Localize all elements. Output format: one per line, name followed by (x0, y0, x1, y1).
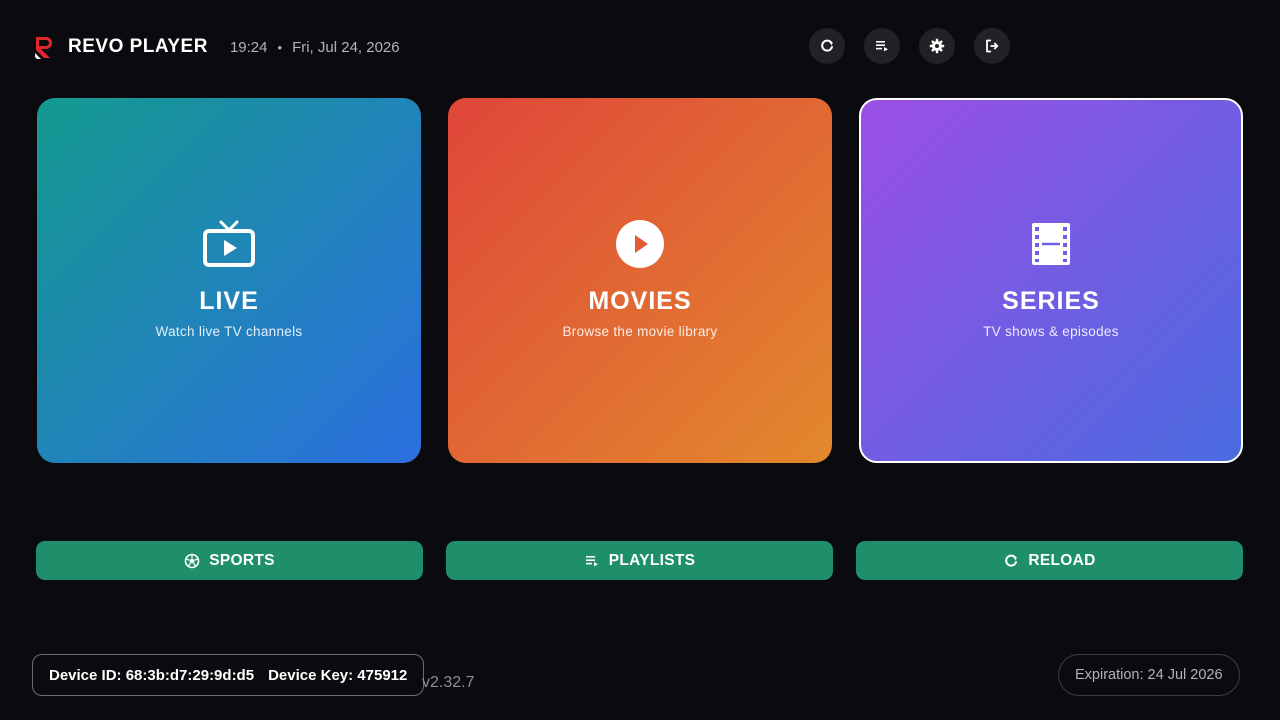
play-circle-icon (610, 216, 670, 272)
app-title: REVO PLAYER (68, 36, 208, 57)
series-card[interactable]: SERIES TV shows & episodes (859, 98, 1243, 463)
logout-icon (986, 39, 999, 53)
refresh-button[interactable] (809, 28, 845, 64)
playlist-icon (585, 555, 598, 566)
device-key: Device Key: 475912 (268, 666, 408, 684)
refresh-icon (821, 39, 833, 52)
sports-button[interactable]: SPORTS (36, 541, 423, 580)
live-card[interactable]: LIVE Watch live TV channels (37, 98, 421, 463)
reload-button[interactable]: RELOAD (856, 541, 1243, 580)
reload-label: RELOAD (1028, 551, 1096, 569)
live-subtitle: Watch live TV channels (155, 324, 303, 339)
refresh-icon (1005, 554, 1018, 567)
movies-title: MOVIES (588, 287, 692, 315)
device-info-box: Device ID: 68:3b:d7:29:9d:d5 Device Key:… (32, 654, 425, 696)
date: Fri, Jul 24, 2026 (292, 38, 400, 56)
playlists-label: PLAYLISTS (608, 551, 696, 569)
tv-icon (199, 216, 259, 272)
settings-button[interactable] (919, 28, 955, 64)
sports-label: SPORTS (209, 551, 275, 569)
playlists-button[interactable]: PLAYLISTS (446, 541, 833, 580)
film-icon (1021, 216, 1081, 272)
playlist-button[interactable] (864, 28, 900, 64)
series-title: SERIES (1002, 287, 1100, 315)
expiration-badge: Expiration: 24 Jul 2026 (1058, 654, 1240, 696)
revo-logo-icon (35, 37, 52, 59)
gear-icon (929, 38, 945, 54)
app-version: v2.32.7 (422, 674, 475, 691)
header: REVO PLAYER 19:24 • Fri, Jul 24, 2026 (32, 30, 400, 64)
series-subtitle: TV shows & episodes (983, 324, 1119, 339)
soccer-ball-icon (184, 553, 200, 568)
movies-card[interactable]: MOVIES Browse the movie library (448, 98, 832, 463)
logout-button[interactable] (974, 28, 1010, 64)
app-screen: REVO PLAYER 19:24 • Fri, Jul 24, 2026 LI… (0, 0, 1280, 720)
clock: 19:24 (229, 38, 268, 56)
live-title: LIVE (199, 287, 259, 315)
movies-subtitle: Browse the movie library (562, 324, 718, 339)
top-actions (809, 28, 1010, 64)
playlist-icon (876, 41, 888, 52)
device-id: Device ID: 68:3b:d7:29:9d:d5 (49, 666, 255, 684)
separator-dot: • (277, 39, 283, 55)
